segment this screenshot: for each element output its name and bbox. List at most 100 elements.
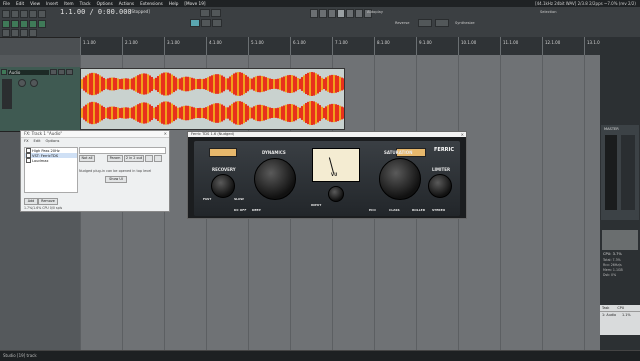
task-header[interactable]: Task bbox=[602, 306, 609, 310]
audio-item[interactable] bbox=[80, 68, 345, 130]
item-tool-icon[interactable] bbox=[190, 19, 200, 27]
save-project-icon[interactable] bbox=[20, 10, 28, 18]
go-start-icon[interactable] bbox=[310, 9, 318, 18]
waveform-bar bbox=[159, 74, 161, 94]
task-row-name[interactable]: 1: Audio bbox=[602, 313, 616, 317]
synthesize-label[interactable]: Synthesize bbox=[455, 21, 475, 25]
crossfade-icon[interactable] bbox=[11, 29, 19, 37]
project-settings-icon[interactable] bbox=[29, 10, 37, 18]
cpu-header[interactable]: CPU bbox=[617, 306, 624, 310]
waveform-bar bbox=[237, 72, 239, 96]
waveform-bar bbox=[293, 75, 295, 93]
fastforward-icon[interactable] bbox=[211, 9, 221, 17]
waveform-bar bbox=[187, 105, 189, 121]
reverse-button[interactable] bbox=[418, 19, 432, 27]
split-icon[interactable] bbox=[29, 29, 37, 37]
limiter-knob[interactable] bbox=[428, 174, 452, 198]
waveform-bar bbox=[283, 76, 285, 92]
solo-icon[interactable] bbox=[58, 69, 65, 75]
menu-extensions[interactable]: Extensions bbox=[137, 1, 166, 6]
normalize-button[interactable] bbox=[435, 19, 449, 27]
waveform-bar bbox=[327, 105, 329, 121]
undo-icon[interactable] bbox=[38, 10, 46, 18]
master-track[interactable]: MASTER bbox=[601, 125, 639, 220]
waveform-bar bbox=[289, 103, 291, 123]
track-name[interactable]: Audio bbox=[8, 70, 49, 75]
bypass-checkbox[interactable] bbox=[145, 155, 153, 162]
fx-menu-options[interactable]: Options bbox=[46, 139, 60, 143]
preset-field[interactable] bbox=[79, 147, 166, 154]
open-project-icon[interactable] bbox=[11, 10, 19, 18]
ruler-tick: 4.1.00 bbox=[206, 37, 222, 55]
perf-info-0: Total: 7.3% bbox=[603, 258, 621, 262]
menu-help[interactable]: Help bbox=[166, 1, 182, 6]
pencil-icon[interactable] bbox=[212, 19, 222, 27]
snap-icon[interactable] bbox=[11, 20, 19, 28]
waveform-bar bbox=[233, 73, 235, 95]
new-project-icon[interactable] bbox=[2, 10, 10, 18]
dynamics-knob[interactable] bbox=[254, 158, 296, 200]
input-knob[interactable] bbox=[328, 186, 344, 202]
waveform-bar bbox=[139, 103, 141, 123]
waveform-bar bbox=[251, 78, 253, 90]
record-icon[interactable] bbox=[355, 9, 363, 18]
volume-knob[interactable] bbox=[18, 79, 26, 87]
param-button[interactable]: Param bbox=[107, 155, 123, 162]
record-arm-icon[interactable] bbox=[1, 69, 7, 75]
fx-icon[interactable] bbox=[66, 69, 73, 75]
group-icon[interactable] bbox=[20, 29, 28, 37]
io-button[interactable]: 2 in 2 out bbox=[124, 155, 144, 162]
waveform-bar bbox=[127, 107, 129, 119]
remove-fx-button[interactable]: Remove bbox=[38, 198, 58, 205]
menu-file[interactable]: File bbox=[0, 1, 13, 6]
play-icon[interactable] bbox=[337, 9, 345, 18]
previous-icon[interactable] bbox=[319, 9, 327, 18]
waveform-bar bbox=[211, 104, 213, 122]
master-meter bbox=[605, 135, 617, 210]
menu-track[interactable]: Track bbox=[77, 1, 94, 6]
waveform-bar bbox=[139, 74, 141, 94]
timeline-ruler[interactable]: 1.1.00 2.1.00 3.1.00 4.1.00 5.1.00 6.1.00 7.1.… bbox=[80, 37, 602, 56]
menu-options[interactable]: Options bbox=[94, 1, 116, 6]
grid-icon[interactable] bbox=[2, 20, 10, 28]
waveform-bar bbox=[319, 76, 321, 92]
waveform-bar bbox=[191, 106, 193, 120]
close-icon[interactable]: ✕ bbox=[461, 132, 464, 137]
waveform-bar bbox=[339, 105, 341, 121]
razor-icon[interactable] bbox=[201, 19, 211, 27]
menu-item[interactable]: Item bbox=[61, 1, 77, 6]
rewind-icon[interactable] bbox=[200, 9, 210, 17]
recovery-knob[interactable] bbox=[211, 174, 235, 198]
pause-icon[interactable] bbox=[346, 9, 354, 18]
fx-list-item[interactable]: Loudmax bbox=[25, 158, 77, 163]
mute-icon[interactable] bbox=[50, 69, 57, 75]
fx-menu-edit[interactable]: Edit bbox=[34, 139, 41, 143]
menu-actions[interactable]: Actions bbox=[116, 1, 137, 6]
no-ui-button[interactable]: Not all bbox=[79, 155, 95, 162]
lock-icon[interactable] bbox=[29, 20, 37, 28]
pan-knob[interactable] bbox=[30, 79, 38, 87]
stop-icon[interactable] bbox=[328, 9, 336, 18]
envelope-icon[interactable] bbox=[38, 20, 46, 28]
plugin-window[interactable]: Ferric TDS 1.6 (Nudged) ✕ RECOVERY FAST … bbox=[187, 131, 467, 219]
menu-edit[interactable]: Edit bbox=[13, 1, 27, 6]
menu-insert[interactable]: Insert bbox=[43, 1, 61, 6]
close-icon[interactable]: ✕ bbox=[164, 131, 167, 136]
fx-enable-checkbox[interactable] bbox=[26, 158, 31, 163]
wet-knob[interactable] bbox=[154, 155, 162, 162]
fx-menu-fx[interactable]: FX bbox=[24, 139, 29, 143]
waveform-bar bbox=[343, 78, 344, 90]
metronome-icon[interactable] bbox=[2, 29, 10, 37]
waveform-bar bbox=[145, 73, 147, 95]
waveform-bar bbox=[331, 103, 333, 123]
master-fader[interactable] bbox=[621, 135, 635, 210]
ripple-icon[interactable] bbox=[20, 20, 28, 28]
show-ui-button[interactable]: Show UI bbox=[105, 176, 127, 183]
add-fx-button[interactable]: Add bbox=[24, 198, 38, 205]
track-header[interactable]: Audio bbox=[0, 67, 80, 132]
menu-view[interactable]: View bbox=[27, 1, 43, 6]
fx-chain-window[interactable]: FX: Track 1 "Audio" ✕ FX Edit Options Hi… bbox=[20, 130, 170, 212]
waveform-bar bbox=[317, 74, 319, 94]
saturation-knob[interactable] bbox=[379, 158, 421, 200]
waveform-bar bbox=[321, 77, 323, 91]
